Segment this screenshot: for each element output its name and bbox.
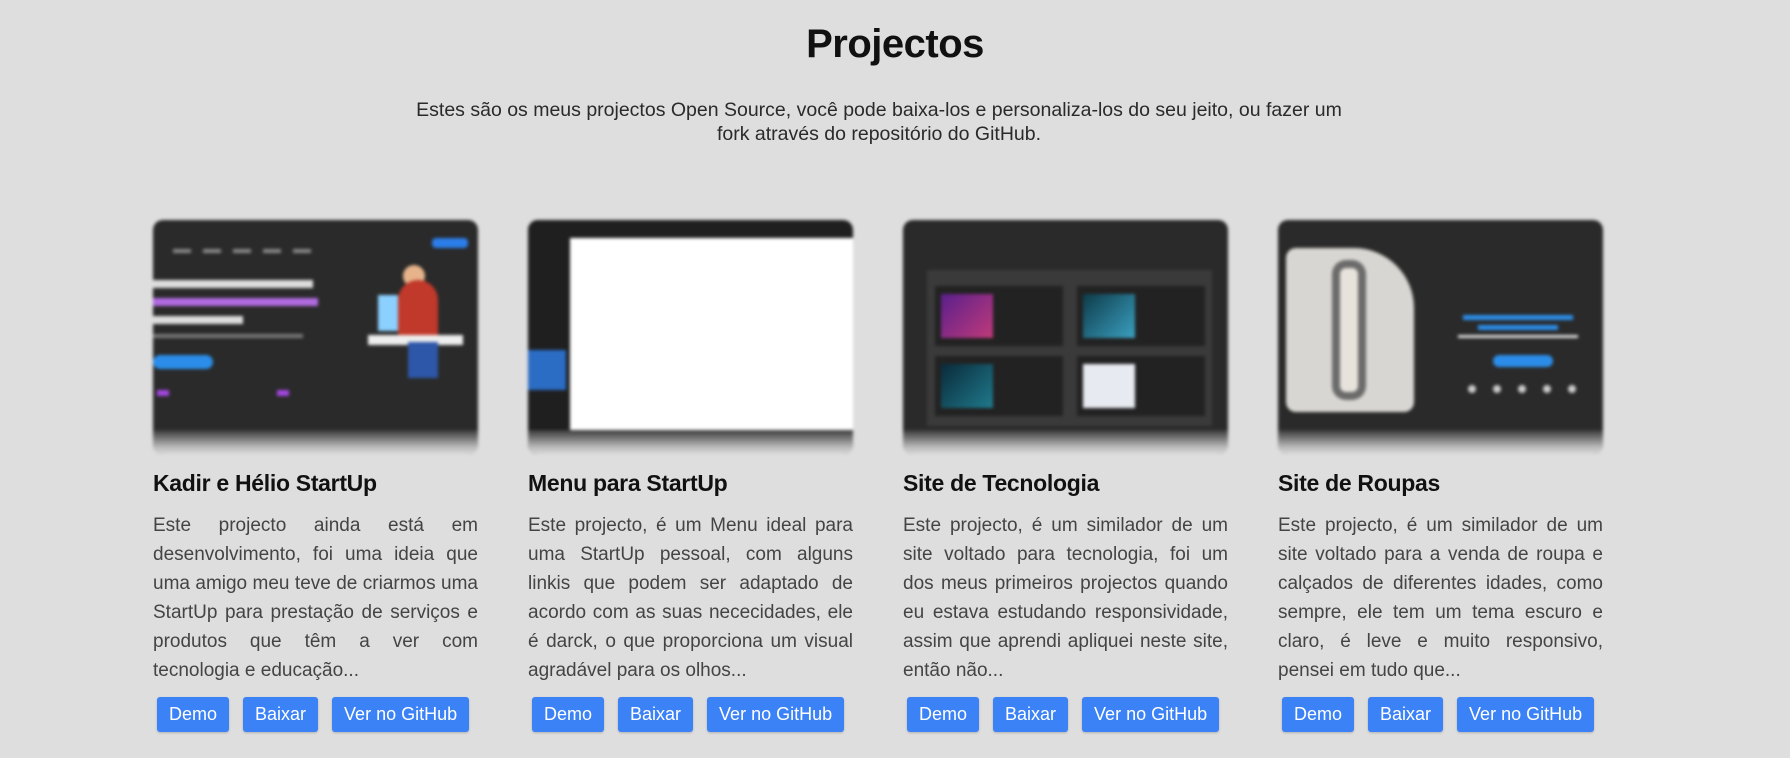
demo-button[interactable]: Demo: [157, 697, 230, 732]
project-title: Kadir e Hélio StartUp: [153, 470, 377, 496]
demo-button[interactable]: Demo: [532, 697, 605, 732]
github-button[interactable]: Ver no GitHub: [1457, 697, 1595, 732]
project-card: Site de Tecnologia Este projecto, é um s…: [903, 220, 1228, 732]
projects-section: Projectos Estes são os meus projectos Op…: [0, 0, 1790, 758]
project-actions: Demo Baixar Ver no GitHub: [532, 697, 845, 732]
project-thumbnail[interactable]: [903, 220, 1228, 454]
project-thumbnail[interactable]: [153, 220, 478, 454]
download-button[interactable]: Baixar: [993, 697, 1069, 732]
project-thumbnail[interactable]: [1278, 220, 1603, 454]
project-description: Este projecto, é um Menu ideal para uma …: [528, 515, 853, 681]
github-button[interactable]: Ver no GitHub: [332, 697, 470, 732]
project-card: Site de Roupas Este projecto, é um simil…: [1278, 220, 1603, 732]
project-description: Este projecto, é um similador de um site…: [903, 515, 1228, 681]
project-description: Este projecto ainda está em desenvolvime…: [153, 515, 478, 681]
github-button[interactable]: Ver no GitHub: [1082, 697, 1220, 732]
project-actions: Demo Baixar Ver no GitHub: [907, 697, 1220, 732]
project-title: Site de Tecnologia: [903, 470, 1100, 496]
project-description: Este projecto, é um similador de um site…: [1278, 515, 1603, 681]
project-title: Menu para StartUp: [528, 470, 728, 496]
project-actions: Demo Baixar Ver no GitHub: [1282, 697, 1595, 732]
demo-button[interactable]: Demo: [907, 697, 980, 732]
download-button[interactable]: Baixar: [1368, 697, 1444, 732]
project-title: Site de Roupas: [1278, 470, 1440, 496]
download-button[interactable]: Baixar: [618, 697, 694, 732]
project-card: Menu para StartUp Este projecto, é um Me…: [528, 220, 853, 732]
demo-button[interactable]: Demo: [1282, 697, 1355, 732]
github-button[interactable]: Ver no GitHub: [707, 697, 845, 732]
section-subtitle: Estes são os meus projectos Open Source,…: [416, 99, 1342, 145]
section-title: Projectos: [806, 22, 984, 66]
project-thumbnail[interactable]: [528, 220, 853, 454]
project-card: Kadir e Hélio StartUp Este projecto aind…: [153, 220, 478, 732]
project-actions: Demo Baixar Ver no GitHub: [157, 697, 470, 732]
download-button[interactable]: Baixar: [243, 697, 319, 732]
